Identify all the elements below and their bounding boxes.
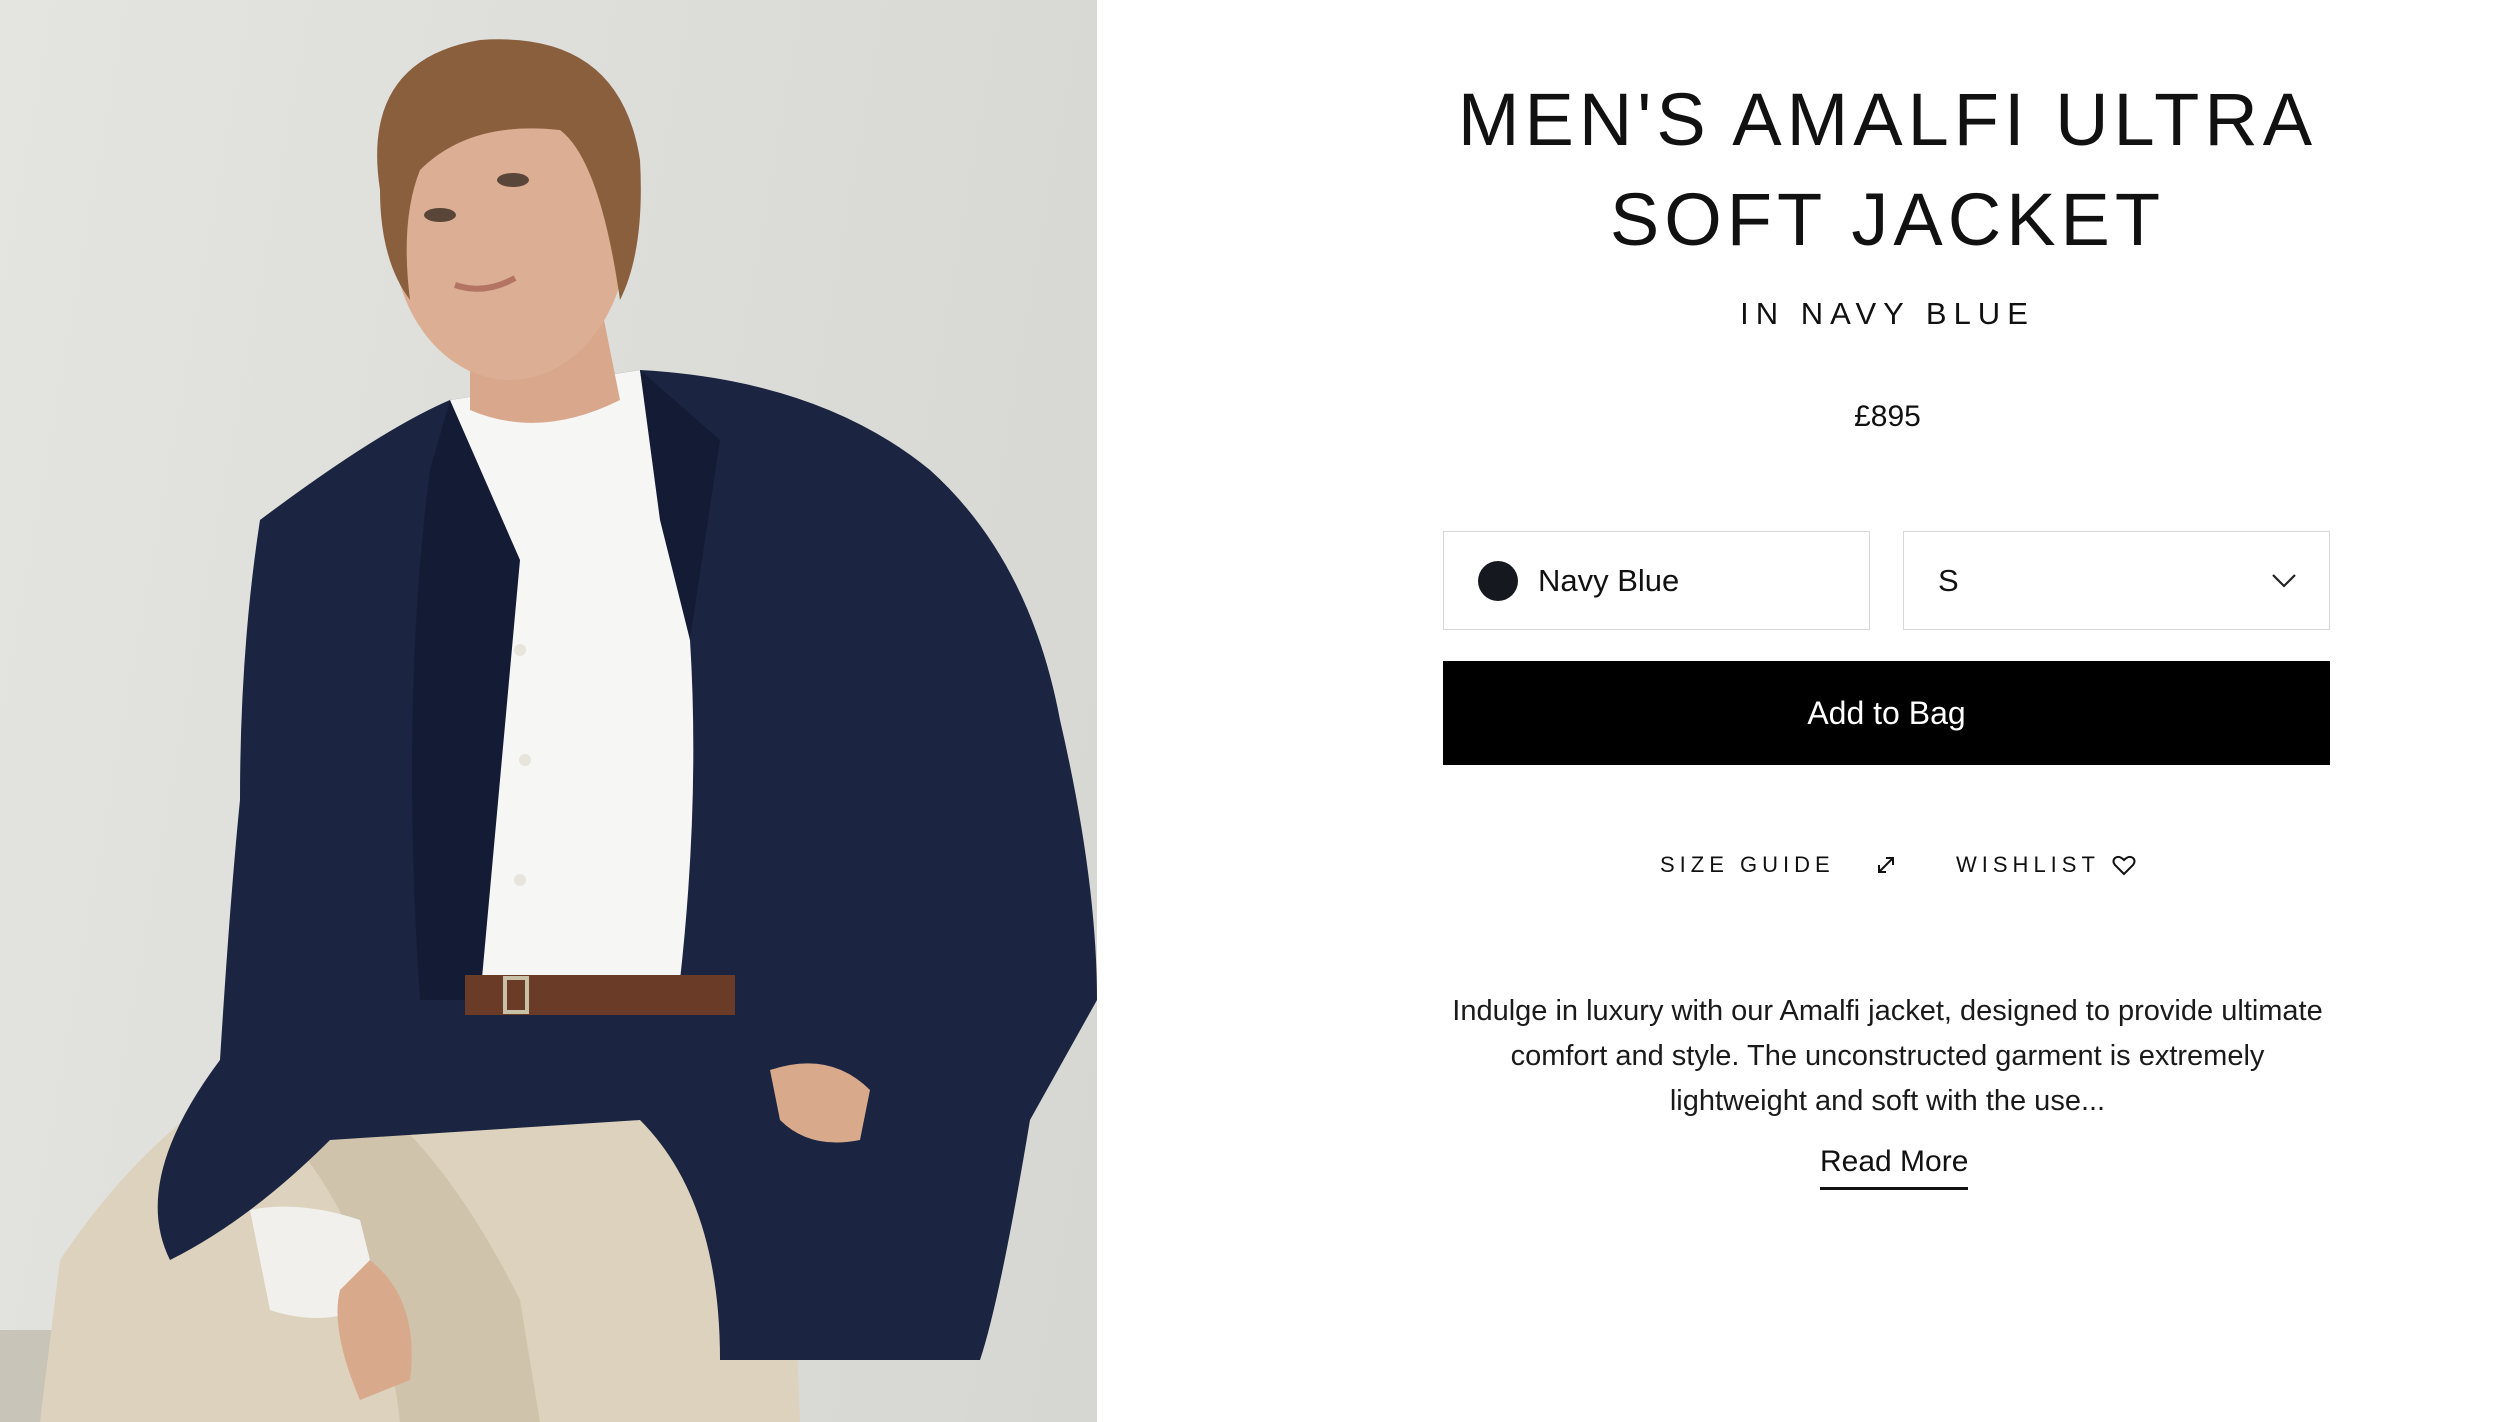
color-swatch bbox=[1478, 560, 1518, 601]
product-title: MEN'S AMALFI ULTRA SOFT JACKET bbox=[1457, 78, 2318, 261]
product-price: £895 bbox=[1854, 400, 1921, 433]
product-description: Indulge in luxury with our Amalfi jacket… bbox=[1452, 995, 2323, 1117]
chevron-down-icon bbox=[2272, 573, 2296, 588]
expand-arrows-icon bbox=[1877, 857, 1894, 873]
size-guide-link[interactable]: SIZE GUIDE bbox=[1660, 852, 1897, 878]
size-dropdown[interactable]: S bbox=[1903, 531, 2330, 630]
size-guide-label: SIZE GUIDE bbox=[1660, 852, 1835, 877]
product-image[interactable] bbox=[0, 0, 1097, 1422]
read-more-link[interactable]: Read More bbox=[1820, 1145, 1969, 1190]
product-links: SIZE GUIDE WISHLIST bbox=[1400, 852, 2375, 892]
size-dropdown-value: S bbox=[1938, 562, 1959, 598]
wishlist-link[interactable]: WISHLIST bbox=[1956, 852, 2136, 878]
color-selector[interactable]: Navy Blue bbox=[1443, 531, 1870, 630]
add-to-bag-button[interactable]: Add to Bag bbox=[1443, 661, 2330, 765]
color-selector-label: Navy Blue bbox=[1538, 562, 1680, 598]
heart-icon bbox=[2112, 855, 2136, 876]
product-color-subtitle: IN NAVY BLUE bbox=[1740, 296, 2035, 331]
product-illustration bbox=[0, 39, 1097, 1422]
wishlist-label: WISHLIST bbox=[1956, 852, 2100, 877]
